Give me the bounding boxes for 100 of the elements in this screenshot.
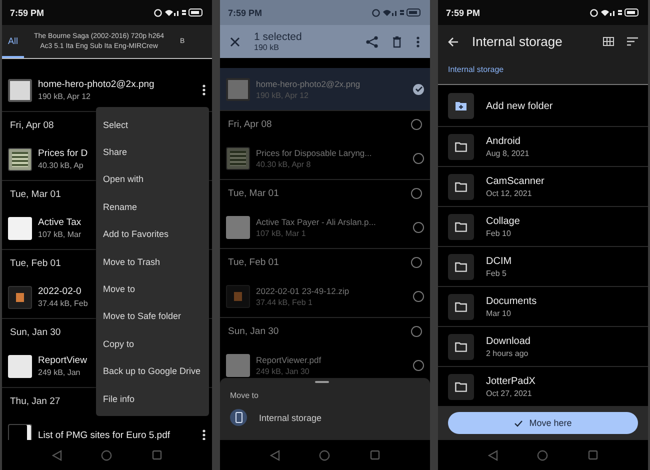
- recents-nav-icon[interactable]: [370, 450, 380, 460]
- new-folder-icon[interactable]: [448, 93, 474, 119]
- back-arrow-icon[interactable]: [448, 36, 459, 46]
- folder-icon: [448, 134, 474, 160]
- date-heading: Tue, Feb 01: [228, 256, 279, 268]
- check-icon: [514, 420, 524, 426]
- destination-item[interactable]: Internal storage: [259, 412, 322, 422]
- menu-item[interactable]: Select: [96, 111, 209, 138]
- folder-icon: [448, 334, 474, 360]
- move-here-button[interactable]: Move here: [448, 412, 638, 434]
- folder-date: 2 hours ago: [486, 348, 528, 358]
- file-thumbnail: [226, 354, 250, 376]
- folder-name[interactable]: DCIM: [486, 256, 512, 266]
- home-nav-icon[interactable]: [101, 450, 112, 460]
- file-details: 40.30 kB, Ap: [38, 161, 84, 170]
- file-name[interactable]: Prices for D: [38, 148, 88, 159]
- select-all-checkbox[interactable]: [411, 188, 422, 198]
- file-name[interactable]: 2022-02-01 23-49-12.zip: [256, 286, 350, 296]
- folder-icon: [448, 254, 474, 280]
- date-heading: Thu, Jan 27: [10, 396, 60, 406]
- folder-date: Mar 10: [486, 308, 511, 318]
- menu-item[interactable]: Back up to Google Drive: [96, 358, 209, 385]
- status-icons: [590, 8, 640, 17]
- select-all-checkbox[interactable]: [411, 118, 422, 130]
- date-heading: Fri, Apr 08: [228, 118, 272, 130]
- file-name[interactable]: Prices for Disposable Laryng...: [256, 148, 372, 158]
- status-icons: [154, 8, 204, 17]
- folder-date: Oct 12, 2021: [486, 188, 532, 198]
- folder-name[interactable]: CamScanner: [486, 176, 544, 186]
- file-name[interactable]: ReportViewer.pdf: [256, 354, 322, 364]
- share-icon[interactable]: [366, 36, 378, 48]
- date-heading: Tue, Mar 01: [10, 188, 61, 200]
- file-name[interactable]: ReportView: [38, 355, 87, 366]
- file-details: 40.30 kB, Apr 8: [256, 160, 311, 168]
- more-options-icon[interactable]: [202, 429, 206, 440]
- file-thumbnail: [226, 216, 250, 238]
- date-heading: Sun, Jan 30: [10, 326, 61, 338]
- select-checkbox[interactable]: [413, 152, 424, 164]
- select-checkbox[interactable]: [413, 360, 424, 370]
- home-nav-icon[interactable]: [319, 450, 330, 460]
- menu-item[interactable]: Rename: [96, 193, 209, 221]
- menu-item[interactable]: Move to: [96, 275, 209, 303]
- folder-name[interactable]: Collage: [486, 216, 520, 226]
- screen-title: Internal storage: [472, 34, 564, 49]
- folder-icon: [448, 294, 474, 320]
- folder-name[interactable]: Documents: [486, 296, 537, 306]
- file-name[interactable]: Active Tax: [38, 217, 82, 228]
- drag-handle[interactable]: [315, 381, 329, 383]
- status-icons: [372, 8, 422, 17]
- folder-name[interactable]: Download: [486, 336, 530, 346]
- home-nav-icon[interactable]: [537, 450, 548, 460]
- menu-item[interactable]: Move to Trash: [96, 248, 209, 276]
- menu-item[interactable]: File info: [96, 384, 209, 412]
- recents-nav-icon[interactable]: [152, 450, 162, 460]
- select-checkbox[interactable]: [413, 84, 424, 94]
- menu-item[interactable]: Share: [96, 138, 209, 166]
- menu-item[interactable]: Copy to: [96, 330, 209, 358]
- file-details: 249 kB, Jan 30: [256, 366, 310, 376]
- close-icon[interactable]: [230, 36, 240, 46]
- date-heading: Tue, Mar 01: [228, 188, 279, 198]
- date-heading: Tue, Feb 01: [10, 258, 61, 268]
- menu-item[interactable]: Move to Safe folder: [96, 302, 209, 330]
- back-nav-icon[interactable]: [52, 450, 62, 460]
- file-details: 107 kB, Mar: [38, 230, 82, 239]
- menu-item[interactable]: Open with: [96, 166, 209, 194]
- file-thumbnail: [8, 354, 32, 378]
- trash-icon[interactable]: [392, 36, 402, 48]
- select-checkbox[interactable]: [413, 222, 424, 232]
- file-thumbnail: [8, 286, 32, 308]
- tab[interactable]: All: [2, 25, 24, 58]
- back-nav-icon[interactable]: [488, 450, 498, 460]
- breadcrumb[interactable]: Internal storage: [448, 65, 504, 74]
- file-details: 190 kB, Apr 12: [38, 92, 90, 101]
- grid-view-icon[interactable]: [603, 37, 614, 46]
- file-details: 107 kB, Mar 1: [256, 228, 306, 238]
- selection-size: 190 kB: [254, 43, 280, 52]
- select-all-checkbox[interactable]: [411, 326, 422, 336]
- back-nav-icon[interactable]: [270, 450, 280, 460]
- status-time: 7:59 PM: [228, 8, 262, 18]
- file-details: 190 kB, Apr 12: [256, 90, 308, 100]
- file-name[interactable]: 2022-02-0: [38, 286, 82, 297]
- date-heading: Sun, Jan 30: [228, 326, 279, 336]
- file-thumbnail: [226, 284, 250, 308]
- folder-name[interactable]: Android: [486, 136, 520, 146]
- file-name[interactable]: home-hero-photo2@2x.png: [38, 79, 154, 90]
- file-name[interactable]: Active Tax Payer - Ali Arslan.p...: [256, 216, 376, 226]
- more-options-icon[interactable]: [202, 84, 206, 96]
- file-name[interactable]: home-hero-photo2@2x.png: [256, 78, 360, 88]
- file-thumbnail: [226, 78, 250, 100]
- select-all-checkbox[interactable]: [411, 256, 422, 268]
- menu-item[interactable]: Add to Favorites: [96, 220, 209, 248]
- file-name[interactable]: List of PMG sites for Euro 5.pdf: [38, 430, 170, 440]
- select-checkbox[interactable]: [413, 290, 424, 302]
- folder-icon: [448, 374, 474, 400]
- folder-name[interactable]: JotterPadX: [486, 376, 536, 386]
- recents-nav-icon[interactable]: [588, 450, 598, 460]
- file-details: 249 kB, Jan: [38, 368, 80, 377]
- phone-icon: [230, 409, 247, 426]
- add-folder-item[interactable]: Add new folder: [486, 100, 553, 112]
- sort-icon[interactable]: [627, 37, 638, 46]
